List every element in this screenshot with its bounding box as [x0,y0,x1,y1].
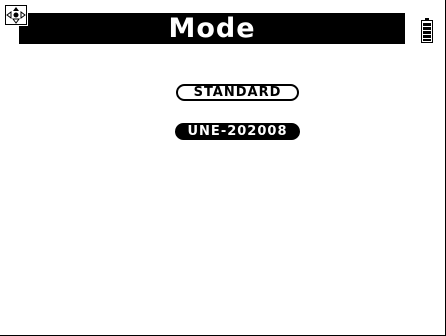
title-bar: Mode [19,13,405,44]
four-way-navigation-icon [4,4,28,26]
battery-icon [421,18,433,43]
mode-option-une-202008[interactable]: UNE-202008 [175,123,300,140]
mode-option-standard[interactable]: STANDARD [176,84,299,101]
device-screen: Mode STANDARD UNE-202008 [0,0,446,336]
page-title: Mode [168,13,256,44]
